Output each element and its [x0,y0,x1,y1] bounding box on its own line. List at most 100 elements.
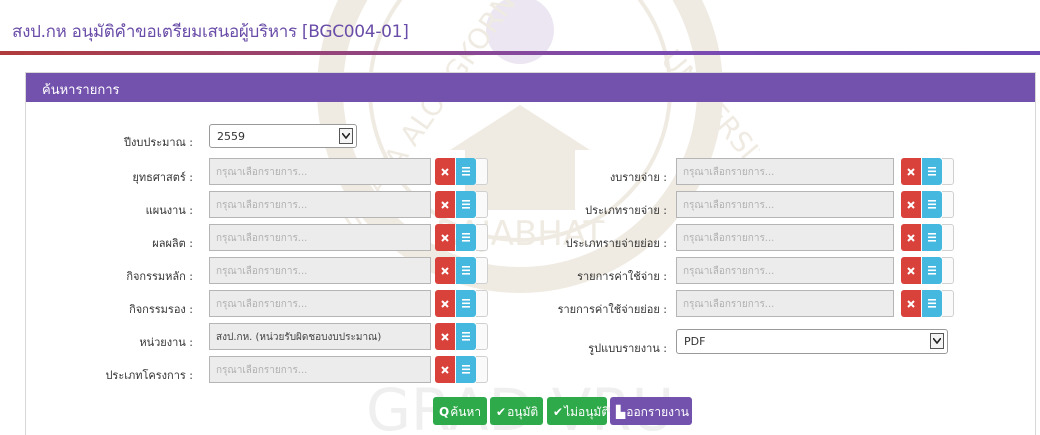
close-icon [907,300,915,308]
clear-button[interactable] [435,191,455,218]
report-format-label: รูปแบบรายงาน : [588,342,667,355]
close-icon [441,333,449,341]
close-icon [907,234,915,242]
open-list-button[interactable] [456,257,476,284]
close-icon [441,300,449,308]
fiscal-year-value: 2559 [217,130,245,143]
left-lookup-input[interactable]: กรุณาเลือกรายการ... [209,290,431,317]
search-button[interactable]: Qค้นหา [433,397,487,425]
approve-button-label: อนุมัติ [507,405,539,419]
left-field-label: ประเภทโครงการ : [105,369,193,382]
open-list-button[interactable] [922,290,942,317]
left-lookup-input[interactable]: กรุณาเลือกรายการ... [209,158,431,185]
list-icon [928,266,936,275]
close-icon [441,201,449,209]
reject-button-label: ไม่อนุมัติ [564,405,610,419]
open-list-button[interactable] [456,224,476,251]
chevron-down-icon [930,333,944,349]
right-field-label: รายการค่าใช้จ่ายย่อย : [557,303,667,316]
clear-button[interactable] [435,158,455,185]
title-divider [0,51,1040,55]
left-lookup-input[interactable]: กรุณาเลือกรายการ... [209,191,431,218]
clear-button[interactable] [901,191,921,218]
right-field-label: ประเภทรายจ่าย : [585,204,667,217]
clear-button[interactable] [901,257,921,284]
panel-heading-label: ค้นหารายการ [42,83,120,98]
fiscal-year-label: ปีงบประมาณ : [124,136,193,149]
list-icon [462,167,470,176]
list-icon [462,200,470,209]
report-format-value: PDF [684,335,706,348]
list-icon [462,266,470,275]
clear-button[interactable] [435,323,455,350]
check-icon: ✔ [553,405,564,419]
clear-button[interactable] [901,158,921,185]
clear-button[interactable] [435,257,455,284]
right-field-label: ประเภทรายจ่ายย่อย : [565,237,667,250]
search-button-label: ค้นหา [450,405,482,419]
open-list-button[interactable] [922,158,942,185]
left-field-label: กิจกรรมรอง : [129,303,193,316]
report-button[interactable]: ▙ออกรายงาน [610,397,692,425]
list-icon [928,299,936,308]
chevron-down-icon [339,128,353,144]
list-icon [462,233,470,242]
close-icon [907,267,915,275]
right-lookup-input[interactable]: กรุณาเลือกรายการ... [676,158,894,185]
input-group-end [942,224,954,251]
page-title: สงป.กห อนุมัติคำขอเตรียมเสนอผู้บริหาร [B… [12,22,409,42]
close-icon [441,234,449,242]
input-group-end [942,257,954,284]
page-header: สงป.กห อนุมัติคำขอเตรียมเสนอผู้บริหาร [B… [0,0,1040,52]
open-list-button[interactable] [456,356,476,383]
open-list-button[interactable] [456,191,476,218]
right-lookup-input[interactable]: กรุณาเลือกรายการ... [676,224,894,251]
approve-button[interactable]: ✔อนุมัติ [490,397,543,425]
list-icon [462,299,470,308]
left-lookup-input[interactable]: กรุณาเลือกรายการ... [209,356,431,383]
clear-button[interactable] [435,356,455,383]
list-icon [928,200,936,209]
fiscal-year-select[interactable]: 2559 [209,124,357,148]
left-lookup-input[interactable]: สงป.กห. (หน่วยรับผิดชอบงบประมาณ) [209,323,431,350]
open-list-button[interactable] [456,323,476,350]
input-group-end [476,356,488,383]
list-icon [928,233,936,242]
right-field-label: งบรายจ่าย : [609,171,667,184]
clear-button[interactable] [901,224,921,251]
close-icon [441,267,449,275]
report-button-label: ออกรายงาน [626,405,689,419]
left-field-label: หน่วยงาน : [139,336,193,349]
input-group-end [942,158,954,185]
clear-button[interactable] [901,290,921,317]
search-icon: Q [439,405,450,419]
right-lookup-input[interactable]: กรุณาเลือกรายการ... [676,191,894,218]
open-list-button[interactable] [922,224,942,251]
left-lookup-input[interactable]: กรุณาเลือกรายการ... [209,224,431,251]
left-lookup-input[interactable]: กรุณาเลือกรายการ... [209,257,431,284]
clear-button[interactable] [435,224,455,251]
close-icon [441,366,449,374]
clear-button[interactable] [435,290,455,317]
right-lookup-input[interactable]: กรุณาเลือกรายการ... [676,257,894,284]
close-icon [441,168,449,176]
list-icon [462,365,470,374]
close-icon [907,201,915,209]
list-icon [462,332,470,341]
input-group-end [942,290,954,317]
reject-button[interactable]: ✔ไม่อนุมัติ [547,397,610,425]
left-field-label: กิจกรรมหลัก : [126,270,193,283]
panel-heading: ค้นหารายการ [26,73,1035,102]
open-list-button[interactable] [456,290,476,317]
right-field-label: รายการค่าใช้จ่าย : [577,270,667,283]
close-icon [907,168,915,176]
open-list-button[interactable] [456,158,476,185]
left-field-label: ยุทธศาสตร์ : [132,171,193,184]
right-lookup-input[interactable]: กรุณาเลือกรายการ... [676,290,894,317]
open-list-button[interactable] [922,191,942,218]
left-field-label: ผลผลิต : [152,237,193,250]
file-icon: ▙ [616,405,626,419]
report-format-select[interactable]: PDF [676,329,948,354]
check-icon: ✔ [496,405,507,419]
open-list-button[interactable] [922,257,942,284]
